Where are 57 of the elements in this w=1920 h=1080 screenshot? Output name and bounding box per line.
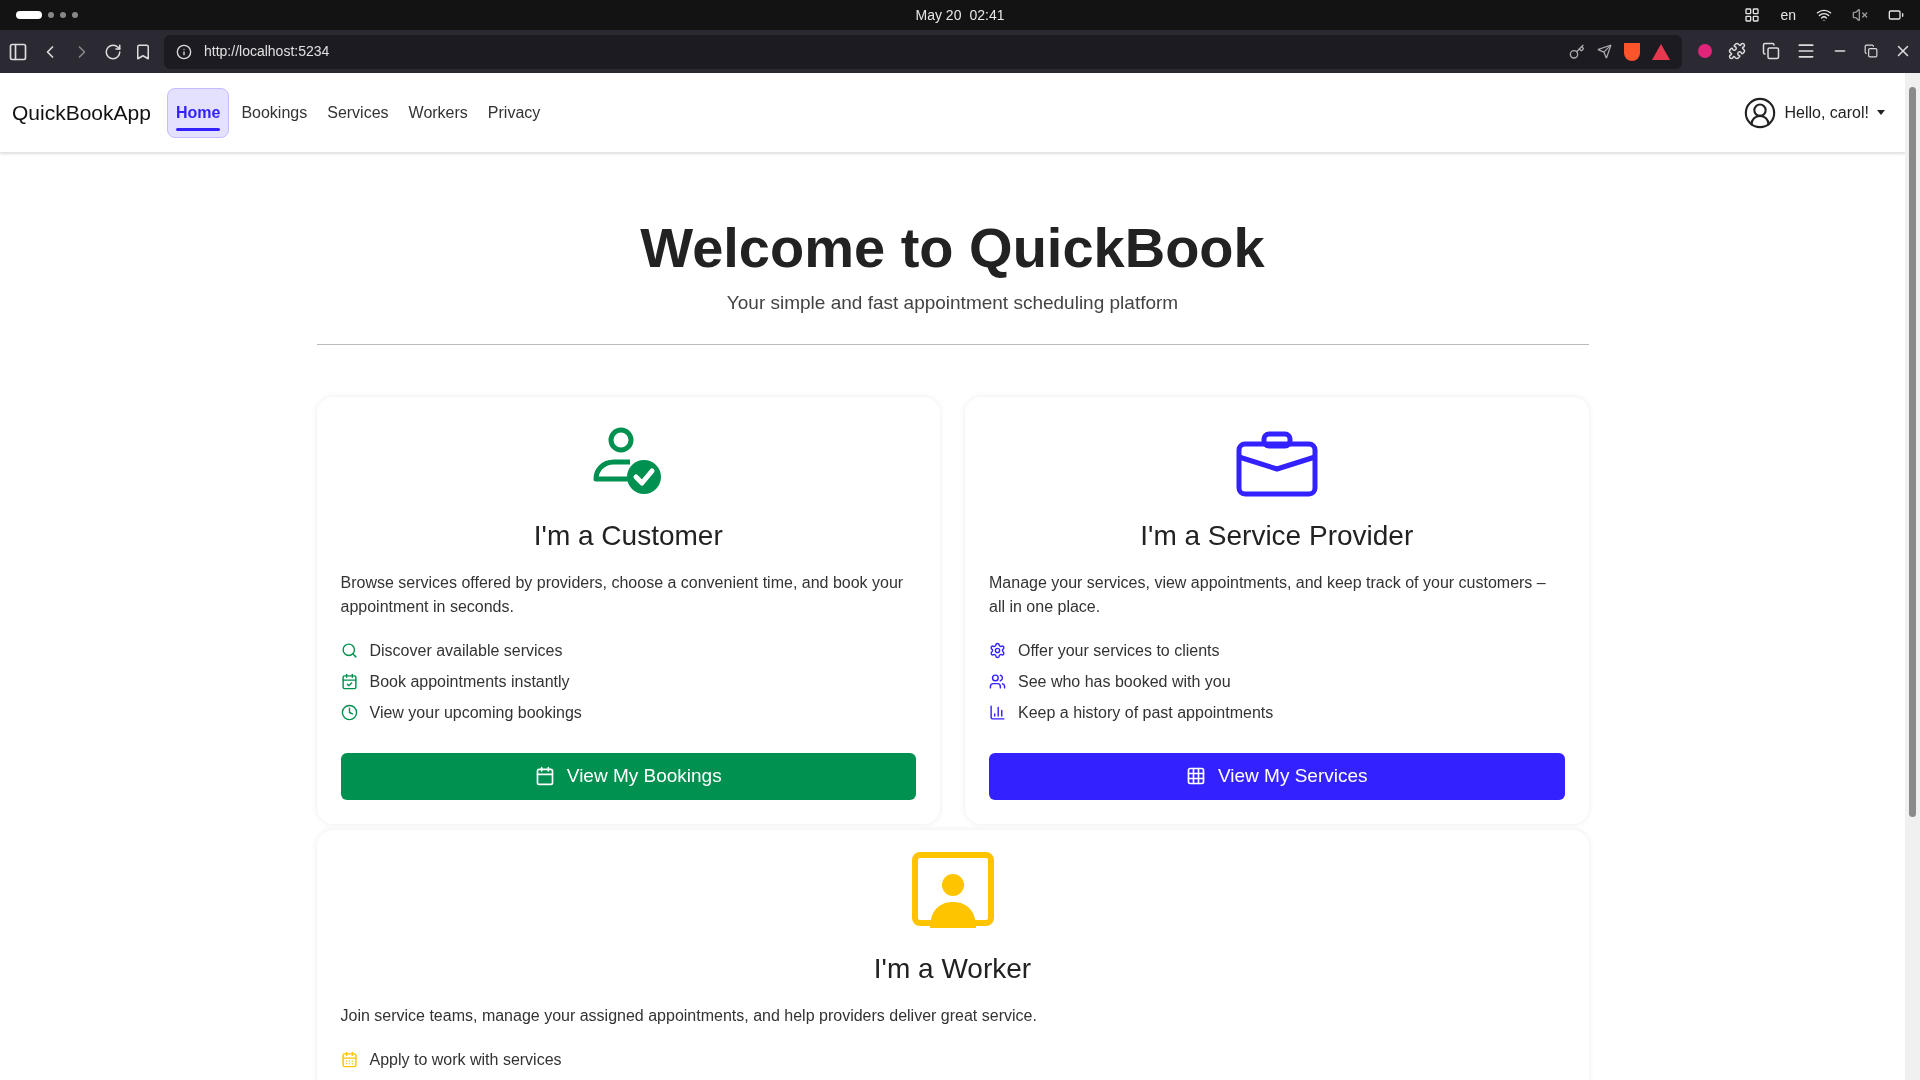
person-board-icon [911, 851, 994, 930]
card-description: Join service teams, manage your assigned appointments, and help providers deliver great service. [340, 1005, 1038, 1026]
calendar-icon [340, 1051, 358, 1068]
hero-subtitle: Your simple and fast appointment scheduling platform [725, 291, 1180, 315]
grid-icon [1185, 766, 1206, 786]
muted-speaker-icon[interactable] [1852, 7, 1868, 23]
workspace-indicator[interactable] [16, 11, 42, 19]
date-text[interactable]: May 20 [915, 4, 962, 26]
briefcase-icon [1235, 430, 1318, 497]
shield-icon[interactable] [1624, 42, 1640, 61]
info-icon[interactable] [176, 43, 192, 60]
nav-link[interactable]: Home [166, 87, 230, 138]
feature-text: See who has booked with you [1018, 671, 1231, 692]
card-description: Browse services offered by providers, choose a convenient time, and book your appointment in seconds. [340, 572, 905, 617]
restore-icon[interactable] [1864, 44, 1878, 58]
feature-text: Book appointments instantly [369, 671, 570, 692]
hero-title: Welcome to QuickBook [639, 215, 1266, 281]
nav-link[interactable]: Privacy [479, 88, 549, 137]
calendar-check-icon [340, 673, 358, 690]
action-button[interactable]: View My Bookings [340, 752, 916, 800]
feature-text: Keep a history of past appointments [1018, 702, 1274, 723]
card-title: I'm a Worker [872, 951, 1033, 986]
nav-link[interactable]: Workers [400, 88, 476, 137]
nav-link[interactable]: Services [319, 88, 397, 137]
key-icon[interactable] [1569, 43, 1585, 60]
feature-text: Apply to work with services [369, 1049, 562, 1070]
card-title: I'm a Service Provider [1139, 518, 1415, 553]
brand-link[interactable]: QuickBookApp [12, 96, 151, 129]
people-icon [989, 673, 1006, 690]
triangle-icon[interactable] [1652, 43, 1670, 60]
user-menu[interactable]: Hello, carol! [1742, 95, 1885, 130]
card-title: I'm a Customer [532, 518, 724, 553]
feature-text: Offer your services to clients [1018, 640, 1220, 661]
sidebar-icon[interactable] [8, 41, 28, 62]
bar-chart-icon [989, 704, 1006, 721]
layout-icon[interactable] [1744, 7, 1761, 23]
action-button[interactable]: View My Services [989, 752, 1565, 800]
feature-text: View your upcoming bookings [369, 702, 582, 723]
time-text[interactable]: 02:41 [969, 4, 1005, 26]
menu-icon[interactable] [1796, 41, 1816, 61]
search-icon [340, 642, 358, 659]
battery-icon[interactable] [1888, 7, 1904, 23]
calendar-icon [534, 766, 555, 786]
puzzle-icon[interactable] [1728, 42, 1746, 60]
gear-icon [989, 642, 1006, 659]
nav-link[interactable]: Bookings [233, 88, 316, 137]
clock-icon [340, 704, 358, 721]
scrollbar[interactable] [1905, 73, 1920, 1080]
card-description: Manage your services, view appointments, and keep track of your customers – all in one place. [989, 572, 1547, 617]
bookmark-icon[interactable] [134, 42, 152, 61]
reload-icon[interactable] [104, 42, 122, 61]
feature-text: Discover available services [369, 640, 563, 661]
send-icon[interactable] [1597, 44, 1612, 59]
address-bar[interactable]: http://localhost:5234 [164, 34, 1682, 69]
user-avatar-icon [1742, 95, 1777, 130]
language-indicator[interactable]: en [1780, 4, 1796, 26]
wifi-icon[interactable] [1816, 7, 1832, 23]
